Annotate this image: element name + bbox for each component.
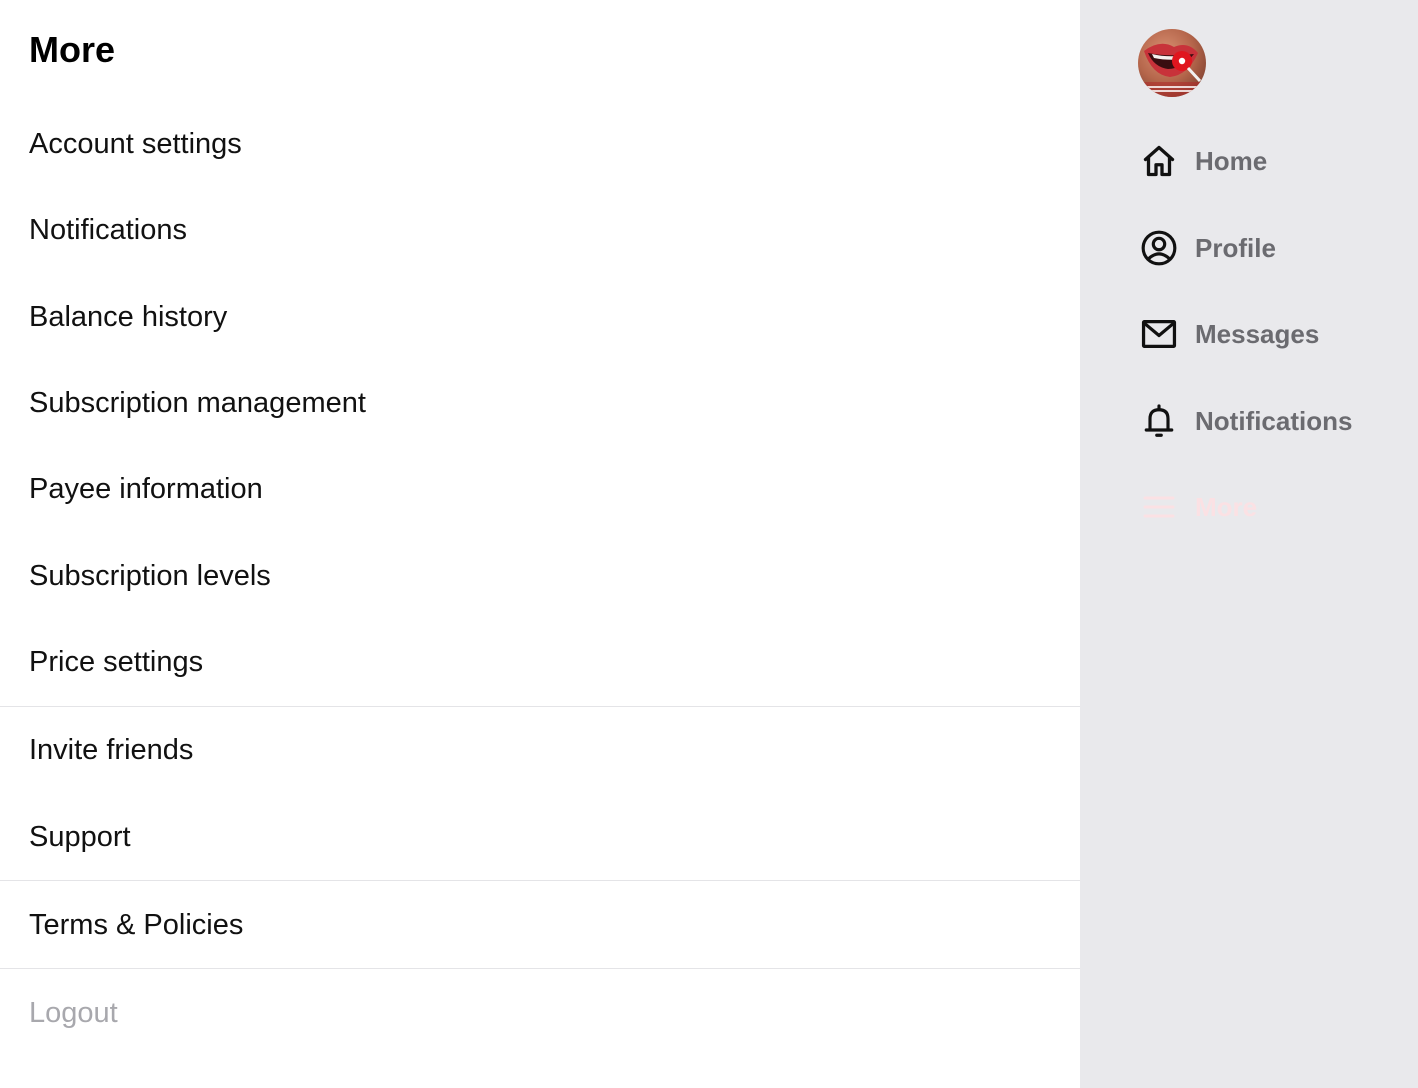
menu-item-subscription-levels[interactable]: Subscription levels (29, 558, 271, 594)
nav-item-more[interactable]: More (1138, 485, 1257, 529)
nav-item-home[interactable]: Home (1138, 139, 1267, 183)
nav-item-notifications[interactable]: Notifications (1138, 399, 1352, 443)
nav-label-messages: Messages (1195, 318, 1320, 349)
menu-item-payee-information[interactable]: Payee information (29, 471, 263, 507)
menu-item-subscription-management[interactable]: Subscription management (29, 385, 366, 421)
nav-label-notifications: Notifications (1195, 405, 1353, 436)
section-divider (0, 880, 1080, 881)
sidebar-nav: Home Profile Messages Notifications More (1080, 0, 1418, 1088)
envelope-icon (1138, 313, 1180, 355)
home-icon (1138, 140, 1180, 182)
nav-item-messages[interactable]: Messages (1138, 312, 1319, 356)
nav-item-profile[interactable]: Profile (1138, 226, 1276, 270)
nav-label-home: Home (1195, 145, 1268, 176)
section-divider (0, 706, 1080, 707)
page-title: More (29, 29, 116, 70)
nav-label-more: More (1195, 491, 1258, 522)
main-panel: More Account settings Notifications Bala… (0, 0, 1080, 1088)
menu-item-terms-policies[interactable]: Terms & Policies (29, 907, 243, 943)
user-avatar[interactable] (1138, 29, 1206, 97)
menu-icon (1138, 486, 1180, 528)
logout-button[interactable]: Logout (29, 995, 118, 1031)
bell-icon (1138, 400, 1180, 442)
menu-item-support[interactable]: Support (29, 819, 131, 855)
nav-label-profile: Profile (1195, 232, 1276, 263)
user-circle-icon (1138, 227, 1180, 269)
menu-item-balance-history[interactable]: Balance history (29, 299, 227, 335)
menu-item-notifications[interactable]: Notifications (29, 212, 187, 248)
menu-item-invite-friends[interactable]: Invite friends (29, 732, 193, 768)
menu-item-price-settings[interactable]: Price settings (29, 644, 203, 680)
menu-item-account-settings[interactable]: Account settings (29, 126, 242, 162)
section-divider (0, 968, 1080, 969)
avatar-image (1138, 29, 1206, 97)
